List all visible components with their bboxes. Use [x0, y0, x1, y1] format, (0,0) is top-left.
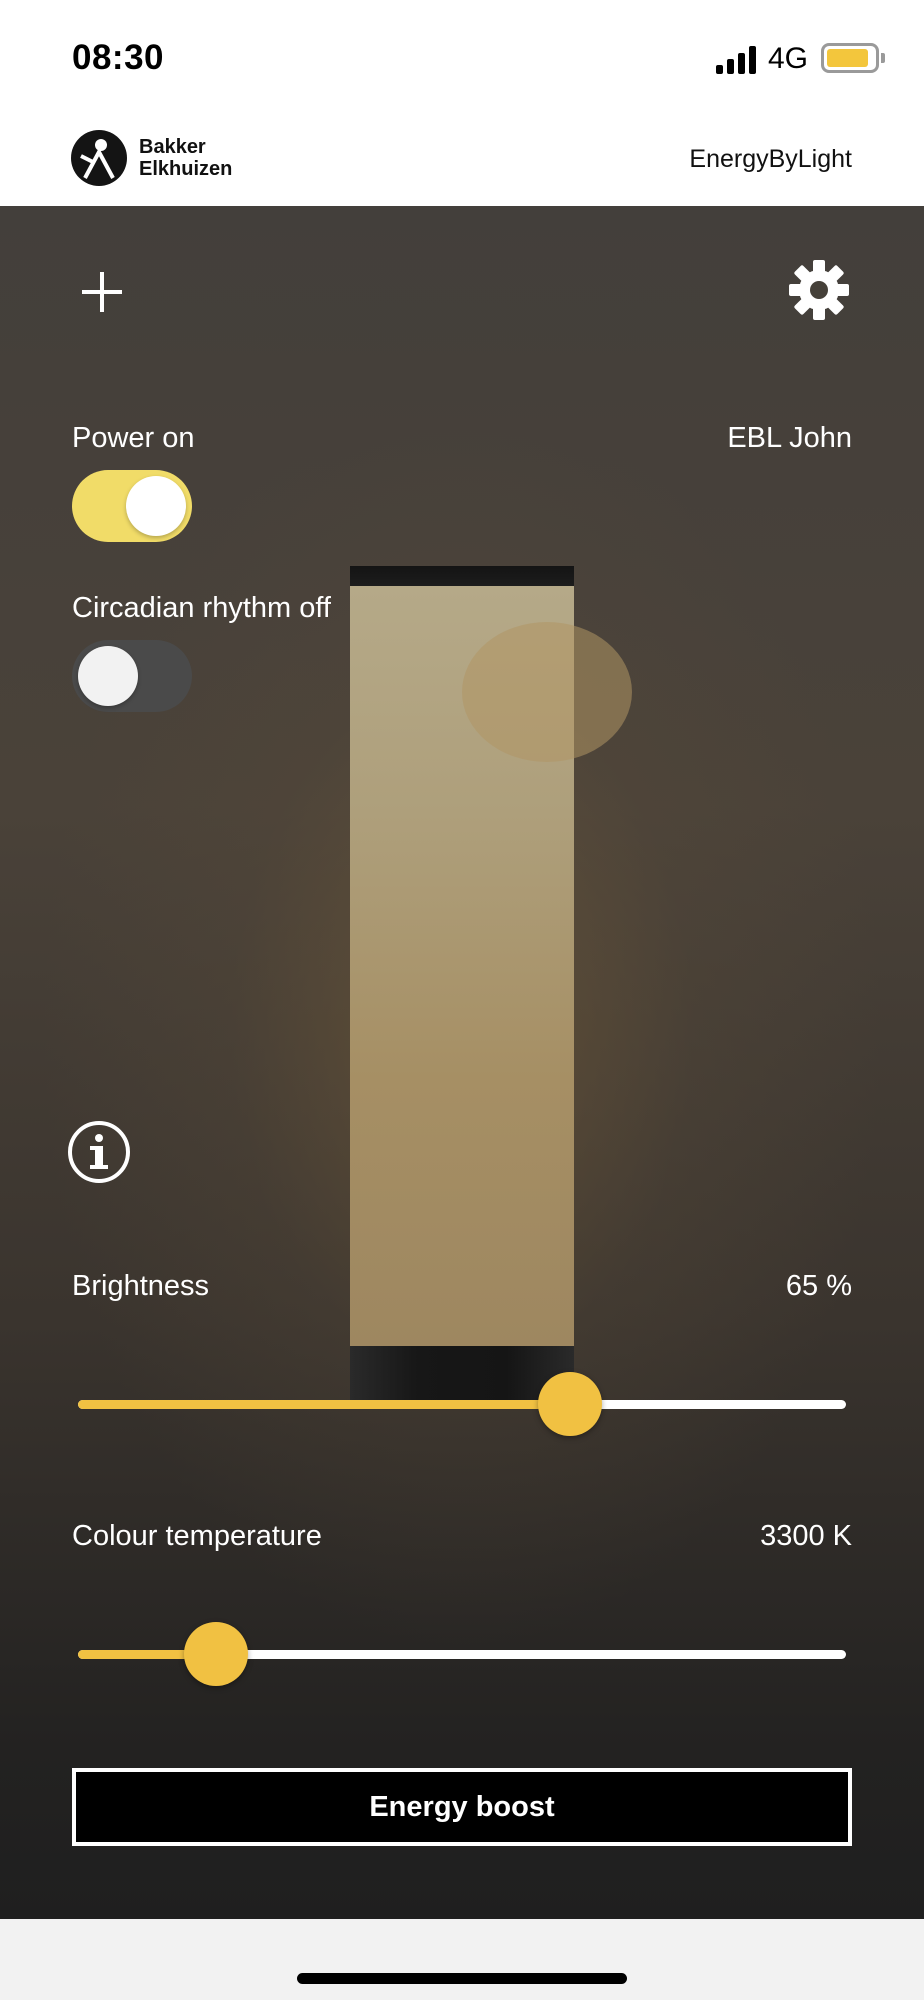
brightness-label: Brightness: [72, 1270, 210, 1302]
control-panel: Power on EBL John Circadian rhythm off B…: [0, 206, 924, 1919]
network-label: 4G: [768, 42, 809, 75]
colour-temperature-slider[interactable]: [78, 1622, 846, 1686]
info-icon[interactable]: [67, 1120, 131, 1184]
colour-temperature-label: Colour temperature: [72, 1520, 322, 1552]
brightness-thumb[interactable]: [537, 1372, 602, 1436]
brand-name-line2: Elkhuizen: [139, 158, 233, 180]
lamp-preview: [350, 566, 632, 1402]
home-area: [0, 1919, 924, 2000]
brand-name: Bakker Elkhuizen: [139, 136, 232, 180]
power-toggle-knob: [126, 476, 186, 536]
power-label: Power on: [72, 422, 195, 454]
brightness-slider[interactable]: [78, 1372, 846, 1436]
power-toggle[interactable]: [72, 470, 192, 542]
brand-logo-icon: [71, 130, 127, 186]
battery-cap: [881, 53, 885, 63]
energy-boost-button[interactable]: Energy boost: [72, 1768, 852, 1846]
brand-name-line1: Bakker: [139, 136, 206, 158]
product-name: EnergyByLight: [689, 145, 852, 173]
circadian-toggle-knob: [78, 646, 138, 706]
home-indicator[interactable]: [297, 1973, 627, 1984]
status-bar: 08:30 4G: [0, 0, 924, 112]
colour-temperature-value: 3300 K: [760, 1520, 852, 1552]
signal-icon: [716, 46, 758, 74]
app-header: Bakker Elkhuizen EnergyByLight: [0, 112, 924, 206]
circadian-toggle[interactable]: [72, 640, 192, 712]
battery-icon: [821, 43, 879, 73]
add-device-icon[interactable]: [80, 270, 124, 314]
device-name: EBL John: [727, 422, 852, 454]
lamp-light: [350, 586, 632, 1346]
colour-temperature-thumb[interactable]: [184, 1622, 249, 1686]
battery-level: [827, 49, 868, 67]
brightness-fill: [78, 1400, 570, 1409]
status-time: 08:30: [72, 38, 165, 77]
gear-icon[interactable]: [787, 258, 851, 322]
app-screen: 08:30 4G Bakker Elkhuizen EnergyByLight: [0, 0, 924, 2000]
circadian-label: Circadian rhythm off: [72, 592, 331, 624]
brightness-value: 65 %: [785, 1270, 852, 1302]
